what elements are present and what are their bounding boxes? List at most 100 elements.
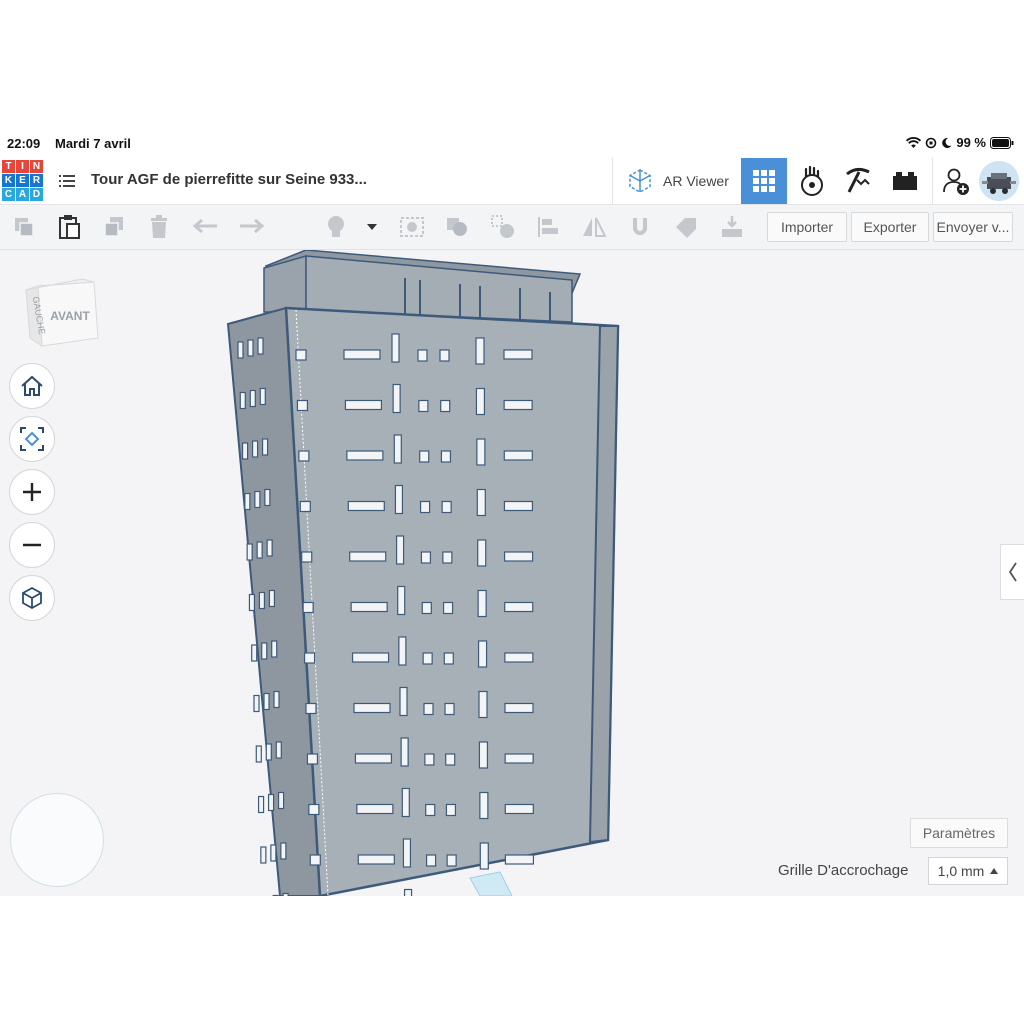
mirror-button[interactable] <box>580 213 608 241</box>
copy-button[interactable] <box>10 213 38 241</box>
window <box>302 601 314 614</box>
window <box>422 652 433 665</box>
window <box>503 349 533 360</box>
group-button[interactable] <box>443 213 471 241</box>
perspective-cube-icon <box>22 586 42 610</box>
window <box>441 500 452 514</box>
window <box>503 551 534 562</box>
redo-button[interactable] <box>237 213 265 241</box>
workplane-canvas[interactable]: GAUCHE AVANT Paramètres Grille D'accroch… <box>0 250 1024 896</box>
delete-button[interactable] <box>145 213 173 241</box>
shape-panel-toggle[interactable] <box>1000 544 1024 600</box>
window <box>401 787 410 818</box>
pickaxe-icon <box>846 167 870 193</box>
light-dropdown-button[interactable] <box>362 213 382 241</box>
3d-design-view-button[interactable] <box>741 158 787 204</box>
status-bar: 22:09 Mardi 7 avril 99 % <box>0 132 1024 154</box>
magnet-icon <box>633 218 647 235</box>
tag-icon <box>676 218 696 238</box>
window <box>305 702 317 715</box>
list-menu-icon[interactable] <box>58 172 76 190</box>
zoom-in-button[interactable] <box>9 469 55 515</box>
window <box>351 652 390 663</box>
blocks-view-button[interactable] <box>789 158 835 204</box>
window <box>244 492 251 511</box>
window <box>277 791 285 810</box>
plus-icon <box>23 483 41 501</box>
window <box>254 490 261 509</box>
tinkercad-logo[interactable]: TIN KER CAD <box>2 160 44 202</box>
send-to-button[interactable]: Envoyer v... <box>933 212 1013 242</box>
undo-button[interactable] <box>192 213 220 241</box>
trash-icon <box>151 215 167 238</box>
window <box>347 500 385 512</box>
hand-gesture-icon <box>801 165 823 196</box>
redo-icon <box>240 218 264 234</box>
window <box>343 349 381 360</box>
ungroup-button[interactable] <box>489 213 517 241</box>
status-indicators: 99 % <box>906 135 1014 150</box>
window <box>357 854 395 865</box>
window <box>418 399 429 413</box>
window <box>440 450 452 463</box>
window <box>249 389 256 408</box>
window <box>270 844 277 862</box>
window <box>478 690 488 719</box>
view-cube[interactable]: GAUCHE AVANT <box>20 276 104 360</box>
light-toggle-button[interactable] <box>322 213 350 241</box>
window <box>399 686 408 717</box>
window <box>263 692 270 711</box>
window <box>442 551 453 564</box>
import-button[interactable]: Importer <box>767 212 847 242</box>
drop-to-workplane-icon <box>722 216 742 237</box>
tag-button[interactable] <box>672 213 700 241</box>
home-icon <box>21 375 43 396</box>
3d-model-tower[interactable] <box>220 250 630 896</box>
window <box>425 854 437 867</box>
status-date: Mardi 7 avril <box>55 136 131 151</box>
export-button[interactable]: Exporter <box>851 212 929 242</box>
home-view-button[interactable] <box>9 363 55 409</box>
design-title[interactable]: Tour AGF de pierrefitte sur Seine 933... <box>91 171 367 188</box>
window <box>423 702 434 716</box>
logo-tile: K <box>2 174 15 187</box>
viewcube-front-face: AVANT <box>50 309 90 323</box>
settings-button[interactable]: Paramètres <box>910 818 1008 848</box>
window <box>266 539 273 557</box>
window <box>420 551 432 564</box>
window <box>261 438 269 456</box>
window <box>440 399 451 413</box>
screen-bottom-area <box>0 896 1024 1024</box>
fit-view-button[interactable] <box>9 416 55 462</box>
window <box>256 541 263 559</box>
lego-view-button[interactable] <box>882 158 928 204</box>
bricks-view-button[interactable] <box>835 158 881 204</box>
cruise-button[interactable] <box>626 213 654 241</box>
snap-grid-select[interactable]: 1,0 mm <box>928 857 1008 885</box>
window <box>444 702 455 716</box>
window <box>393 434 402 464</box>
ar-viewer-button[interactable]: AR Viewer <box>612 158 736 204</box>
add-user-button[interactable] <box>932 158 979 204</box>
window <box>504 652 534 663</box>
hole-button[interactable] <box>398 213 426 241</box>
orbit-joystick[interactable] <box>10 793 104 887</box>
add-user-icon <box>943 168 969 195</box>
lightbulb-icon <box>328 216 344 237</box>
logo-tile: N <box>30 160 43 173</box>
profile-avatar[interactable] <box>979 161 1019 201</box>
perspective-toggle-button[interactable] <box>9 575 55 621</box>
window <box>419 450 430 463</box>
logo-tile: C <box>2 188 15 201</box>
drop-button[interactable] <box>718 213 746 241</box>
fit-to-view-icon <box>20 427 44 451</box>
zoom-out-button[interactable] <box>9 522 55 568</box>
duplicate-button[interactable] <box>100 213 128 241</box>
paste-button[interactable] <box>55 213 83 241</box>
align-button[interactable] <box>535 213 563 241</box>
window <box>445 803 457 817</box>
window <box>421 601 432 615</box>
window <box>425 803 436 817</box>
status-time: 22:09 <box>7 136 41 151</box>
window <box>400 737 409 767</box>
